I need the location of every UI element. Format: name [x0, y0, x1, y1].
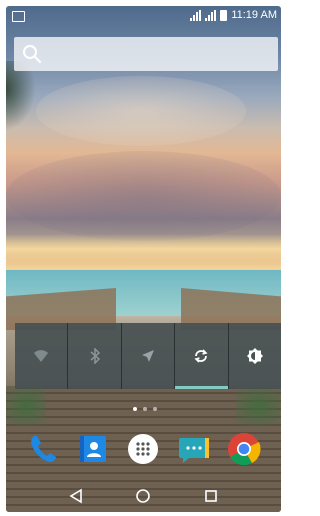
back-icon	[69, 488, 82, 504]
wifi-icon	[34, 350, 49, 362]
app-contacts[interactable]	[75, 431, 111, 467]
status-bar: 11:19 AM	[6, 6, 281, 28]
tile-brightness[interactable]	[228, 323, 281, 389]
location-icon	[142, 350, 155, 362]
wallpaper-greenery	[6, 386, 46, 426]
home-screen: 11:19 AM	[6, 6, 281, 512]
page-indicator	[133, 407, 157, 411]
home-button[interactable]	[131, 484, 155, 508]
app-drawer[interactable]	[125, 431, 161, 467]
page-dot	[133, 407, 137, 411]
signal-icon	[190, 9, 202, 21]
recents-button[interactable]	[199, 484, 223, 508]
status-time: 11:19 AM	[231, 9, 277, 21]
tile-bluetooth[interactable]	[68, 323, 122, 389]
phone-icon	[31, 436, 57, 462]
wallpaper-greenery	[236, 386, 281, 426]
quick-settings-panel	[15, 323, 281, 391]
app-drawer-icon	[128, 434, 159, 464]
app-chrome[interactable]	[226, 431, 262, 467]
bluetooth-icon	[90, 348, 100, 364]
chrome-icon	[227, 433, 261, 466]
wallpaper-cloud	[6, 151, 281, 241]
app-messaging[interactable]	[176, 431, 212, 467]
app-dock	[6, 426, 281, 472]
back-button[interactable]	[64, 484, 88, 508]
battery-icon	[220, 9, 228, 21]
screenshot-icon	[12, 11, 25, 22]
navigation-bar	[6, 480, 281, 512]
tile-auto-rotate[interactable]	[175, 323, 229, 389]
wallpaper-cloud	[36, 76, 246, 146]
sync-icon	[194, 349, 208, 363]
recents-icon	[205, 490, 217, 502]
wallpaper-palm	[6, 61, 36, 131]
search-icon	[23, 45, 42, 64]
tile-location[interactable]	[121, 323, 176, 389]
messaging-icon	[178, 438, 209, 463]
app-phone[interactable]	[25, 431, 61, 467]
page-dot	[143, 407, 147, 411]
contacts-icon	[80, 436, 107, 462]
page-dot	[153, 407, 157, 411]
home-icon	[136, 489, 151, 503]
brightness-icon	[246, 348, 263, 364]
tile-wifi[interactable]	[15, 323, 69, 389]
status-icons: 11:19 AM	[190, 9, 277, 21]
search-bar[interactable]	[14, 37, 278, 71]
wallpaper-sunset	[6, 234, 281, 264]
signal-icon	[205, 9, 217, 21]
